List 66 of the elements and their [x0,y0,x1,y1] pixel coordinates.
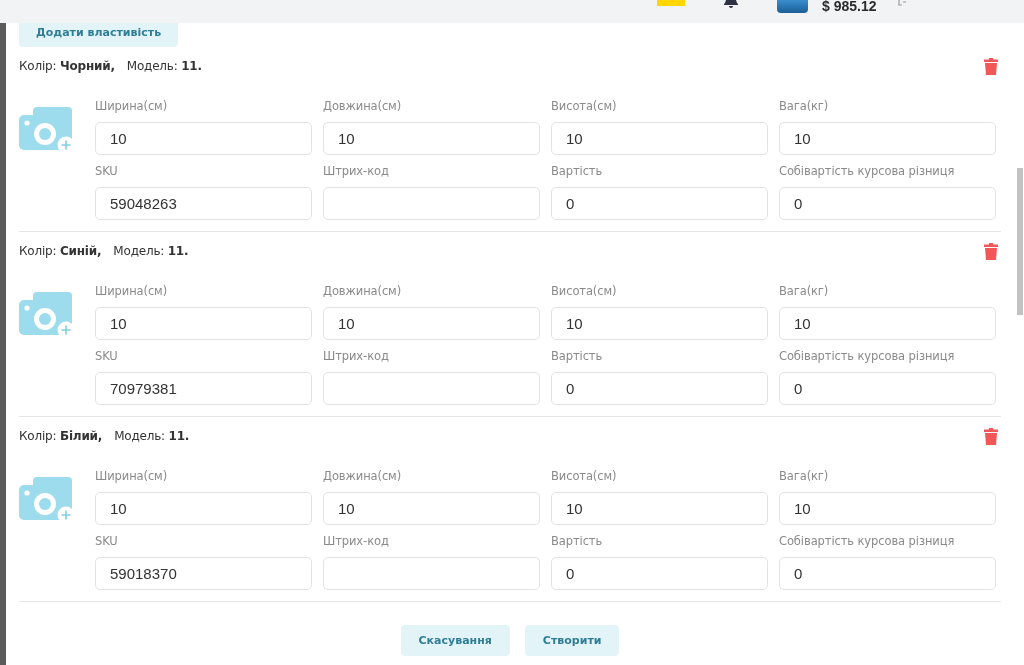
field-label: Вага(кг) [779,99,830,113]
field-label: Довжина(см) [323,99,403,113]
input-field[interactable]: 10 [95,492,312,525]
avatar-placeholder [777,0,808,13]
input-field[interactable]: 59018370 [95,557,312,590]
input-field[interactable]: 0 [551,557,768,590]
field-label: Штрих-код [323,349,390,363]
model-info: Модель: 11. [113,244,189,258]
input-field[interactable]: 10 [779,122,996,155]
field-label: Собівартість курсова різниця [779,534,956,548]
color-info: Колір: Білий, [19,429,103,443]
input-field[interactable]: 10 [551,307,768,340]
input-field[interactable] [323,187,540,220]
input-field[interactable] [323,557,540,590]
field-label: Ширина(см) [95,284,169,298]
field-label: Вартість [551,534,604,548]
input-field[interactable] [323,372,540,405]
input-field[interactable]: 10 [95,122,312,155]
field-label: Висота(см) [551,284,618,298]
model-info: Модель: 11. [126,59,202,73]
create-button[interactable]: Створити [524,625,620,656]
input-field[interactable]: 0 [551,187,768,220]
field-label: Штрих-код [323,534,390,548]
input-field[interactable]: 10 [95,307,312,340]
input-field[interactable]: 10 [323,307,540,340]
field-label: Ширина(см) [95,99,169,113]
field-label: SKU [95,164,119,178]
trash-icon[interactable] [984,427,998,445]
input-field[interactable]: 70979381 [95,372,312,405]
field-label: Вага(кг) [779,469,830,483]
logout-icon[interactable] [897,0,906,6]
model-info: Модель: 11. [114,429,190,443]
field-label: Ширина(см) [95,469,169,483]
field-label: Вага(кг) [779,284,830,298]
input-field[interactable]: 0 [551,372,768,405]
input-field[interactable]: 59048263 [95,187,312,220]
bell-icon[interactable] [724,0,738,8]
input-field[interactable]: 10 [323,492,540,525]
input-field[interactable]: 10 [779,307,996,340]
cancel-button[interactable]: Скасування [400,625,510,656]
field-label: SKU [95,534,119,548]
field-label: Висота(см) [551,469,618,483]
field-label: Довжина(см) [323,469,403,483]
input-field[interactable]: 10 [779,492,996,525]
input-field[interactable]: 0 [779,187,996,220]
balance-amount: $ 985.12 [822,0,877,12]
add-property-button[interactable]: Додати властивість [19,23,178,47]
field-label: Довжина(см) [323,284,403,298]
field-label: Собівартість курсова різниця [779,349,956,363]
scrollbar-thumb[interactable] [1017,168,1023,315]
field-label: SKU [95,349,119,363]
input-field[interactable]: 0 [779,557,996,590]
field-label: Вартість [551,164,604,178]
color-info: Колір: Синій, [19,244,102,258]
field-label: Вартість [551,349,604,363]
trash-icon[interactable] [984,57,998,75]
tile-icon [657,0,685,6]
trash-icon[interactable] [984,242,998,260]
input-field[interactable]: 10 [551,492,768,525]
field-label: Собівартість курсова різниця [779,164,956,178]
field-label: Висота(см) [551,99,618,113]
input-field[interactable]: 10 [323,122,540,155]
field-label: Штрих-код [323,164,390,178]
input-field[interactable]: 10 [551,122,768,155]
color-info: Колір: Чорний, [19,59,115,73]
input-field[interactable]: 0 [779,372,996,405]
